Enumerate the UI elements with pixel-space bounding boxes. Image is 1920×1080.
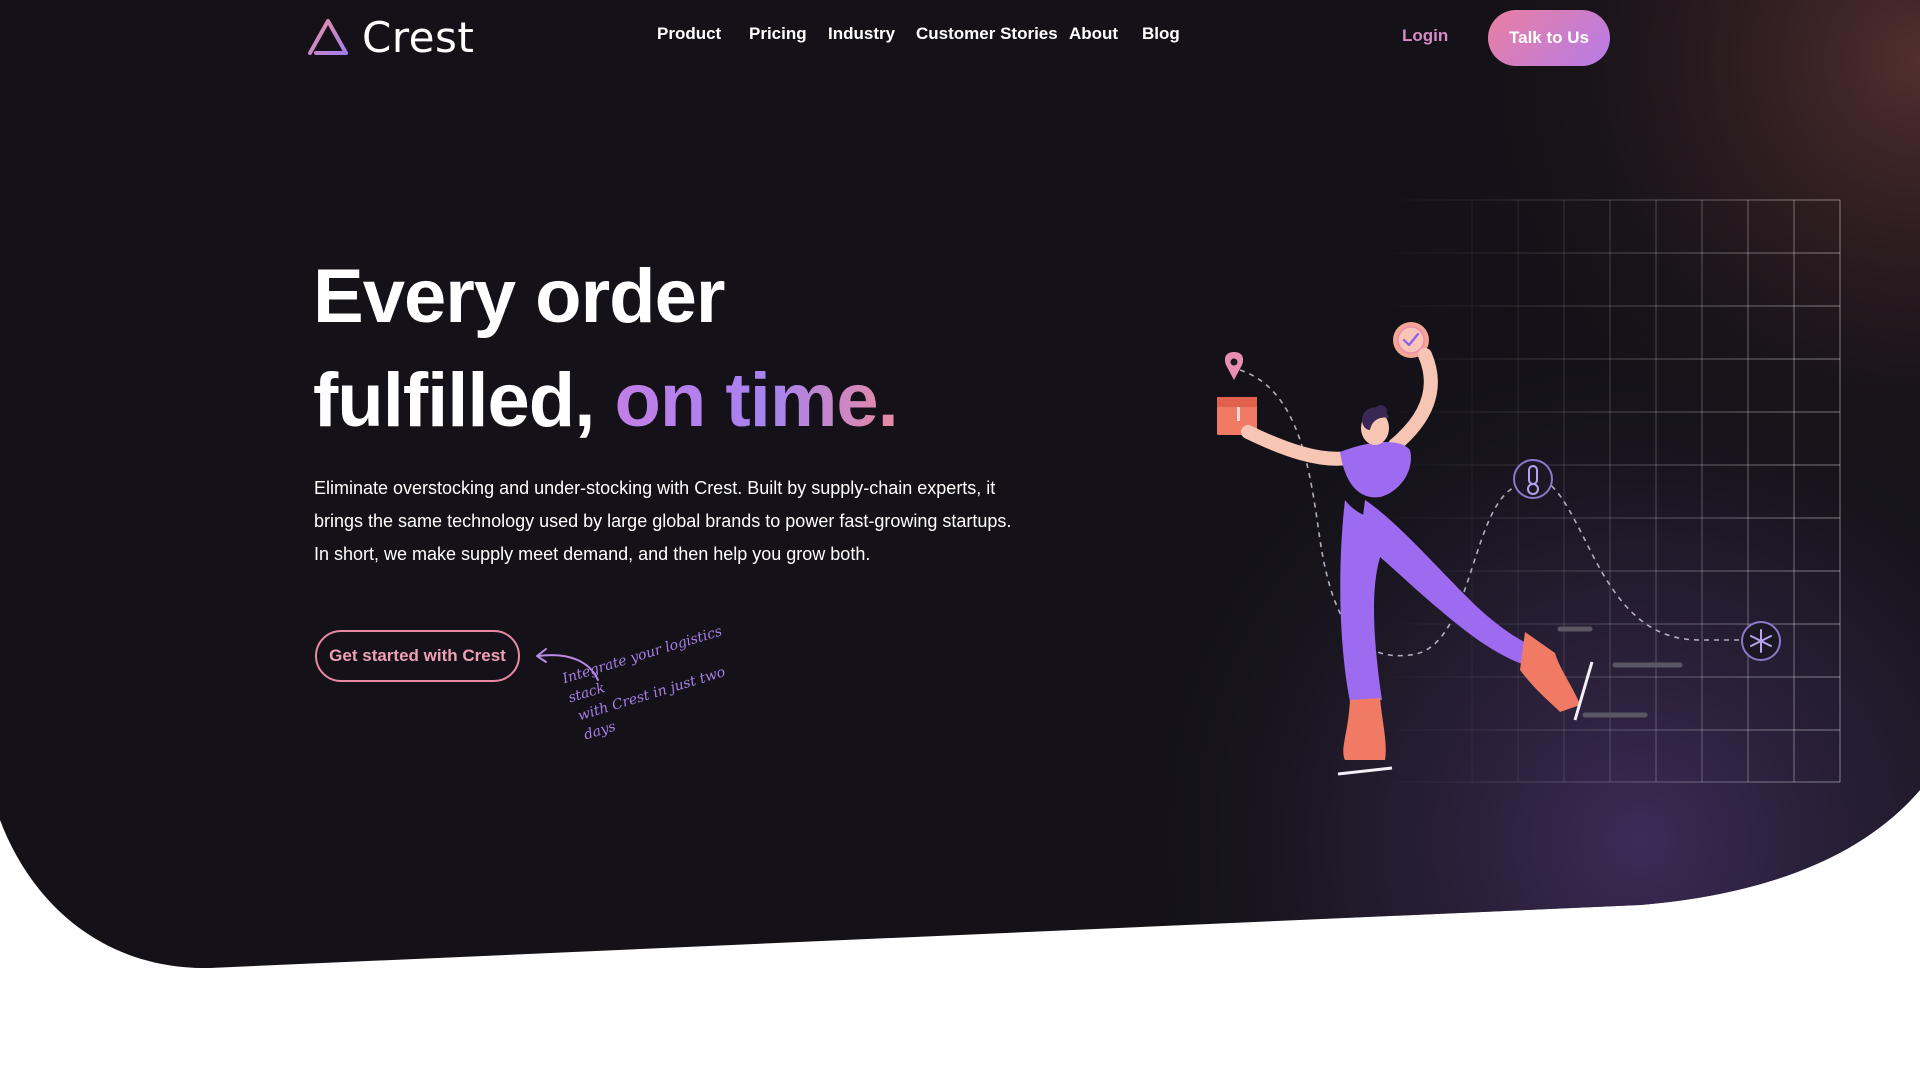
snowflake-icon bbox=[1741, 621, 1781, 661]
hero-illustration bbox=[1217, 199, 1841, 783]
headline-line-2: fulfilled, bbox=[313, 358, 595, 443]
hero-headline: Every order fulfilled, on time. bbox=[313, 245, 899, 453]
nav-blog[interactable]: Blog bbox=[1142, 24, 1180, 44]
hero-description: Eliminate overstocking and under-stockin… bbox=[314, 478, 1012, 564]
location-pin-icon bbox=[1224, 352, 1244, 380]
grid-pattern bbox=[1380, 199, 1841, 783]
figure-front-leg bbox=[1340, 500, 1385, 702]
brand-logo[interactable]: Crest bbox=[306, 13, 474, 62]
route-path bbox=[1239, 369, 1760, 657]
nav-about[interactable]: About bbox=[1069, 24, 1118, 44]
talk-to-us-button[interactable]: Talk to Us bbox=[1488, 10, 1610, 66]
nav-industry[interactable]: Industry bbox=[828, 24, 895, 44]
get-started-button[interactable]: Get started with Crest bbox=[315, 630, 520, 682]
headline-accent: on time. bbox=[614, 358, 898, 443]
figure-head bbox=[1361, 405, 1389, 445]
login-link[interactable]: Login bbox=[1402, 26, 1448, 46]
triangle-logo-icon bbox=[308, 19, 348, 55]
figure-torso bbox=[1340, 441, 1411, 498]
temperature-icon bbox=[1513, 459, 1553, 499]
brand-name: Crest bbox=[362, 12, 475, 62]
nav-customer-stories[interactable]: Customer Stories bbox=[916, 24, 1058, 44]
headline-line-1: Every order bbox=[313, 254, 725, 339]
nav-pricing[interactable]: Pricing bbox=[749, 24, 807, 44]
nav-product[interactable]: Product bbox=[657, 24, 721, 44]
